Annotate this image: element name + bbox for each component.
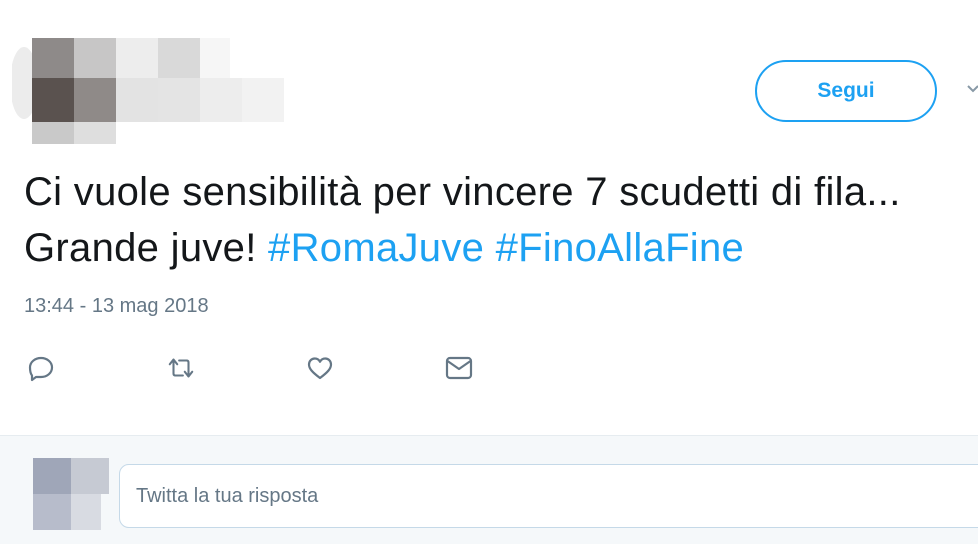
tweet-timestamp[interactable]: 13:44 - 13 mag 2018 <box>24 295 209 318</box>
like-icon <box>307 357 333 380</box>
retweet-icon <box>168 358 194 378</box>
direct-message-button[interactable] <box>444 353 474 383</box>
hashtag-link[interactable]: #RomaJuve <box>268 226 484 270</box>
current-user-avatar <box>33 458 109 530</box>
follow-button-label: Segui <box>817 79 875 102</box>
direct-message-icon <box>445 356 473 380</box>
reply-button[interactable] <box>26 353 56 383</box>
tweet-text: Ci vuole sensibilità per vincere 7 scude… <box>24 164 964 276</box>
reply-input[interactable] <box>119 464 978 528</box>
hashtag-link[interactable]: #FinoAllaFine <box>496 226 744 270</box>
reply-icon <box>28 356 54 382</box>
reply-composer <box>0 435 978 544</box>
like-button[interactable] <box>305 353 335 383</box>
tweet-card: Segui Ci vuole sensibilità per vincere 7… <box>0 0 978 435</box>
chevron-down-icon[interactable] <box>966 82 978 96</box>
retweet-button[interactable] <box>166 353 196 383</box>
user-avatar-blurred[interactable] <box>12 38 287 144</box>
follow-button[interactable]: Segui <box>755 60 937 122</box>
